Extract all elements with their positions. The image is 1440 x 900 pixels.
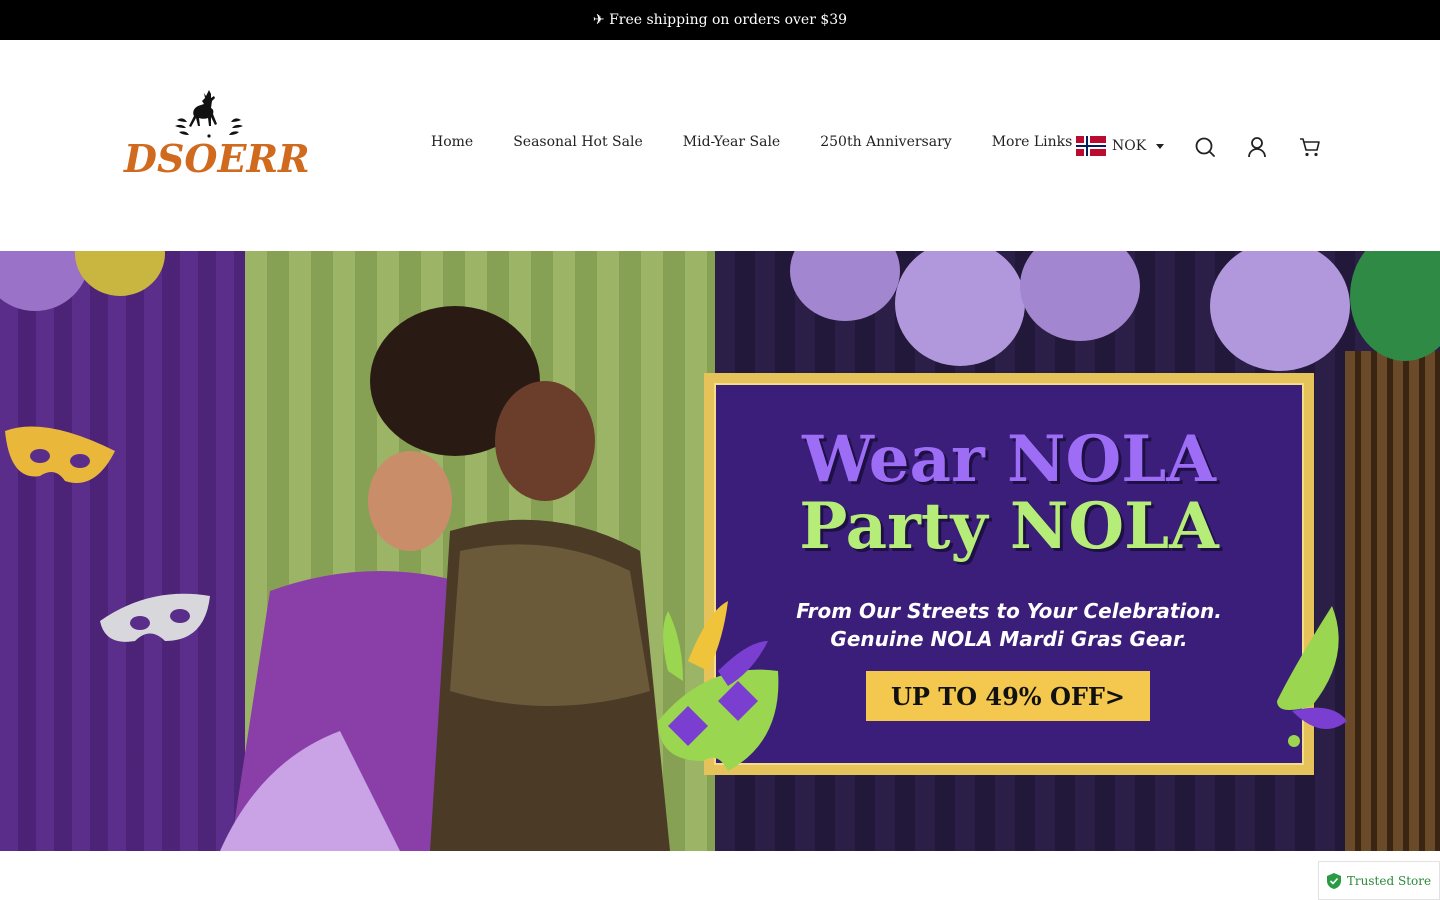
logo-wordmark: DSOERR [124,136,310,181]
mask-decoration-icon [5,426,115,483]
nav-250th-anniversary[interactable]: 250th Anniversary [820,134,951,150]
deer-logo-icon [175,90,243,138]
trusted-store-label: Trusted Store [1346,873,1432,888]
currency-code: NOK [1112,138,1147,154]
hero-banner[interactable]: Wear NOLA Party NOLA From Our Streets to… [0,251,1440,851]
wood-panel [1345,351,1440,851]
account-button[interactable] [1245,135,1269,159]
site-header: DSOERR Home Seasonal Hot Sale Mid-Year S… [0,40,1440,251]
mardi-gras-mask-icon [658,601,779,771]
norway-flag-icon [1076,136,1106,156]
logo[interactable]: DSOERR [124,86,310,182]
search-icon [1195,137,1215,157]
hero-headline-line1: Wear NOLA [802,422,1216,497]
announcement-bar: ✈ Free shipping on orders over $39 [0,0,1440,40]
feather-decoration-icon [1277,606,1347,747]
announcement-text: ✈ Free shipping on orders over $39 [592,12,848,28]
nav-home[interactable]: Home [431,134,473,150]
hero-headline-line2: Party NOLA [799,489,1219,564]
cart-button[interactable] [1298,135,1322,159]
shop-sale-button[interactable]: UP TO 49% OFF> [866,671,1150,721]
trusted-store-badge[interactable]: Trusted Store [1318,861,1440,900]
chevron-down-icon [1156,143,1165,149]
cart-icon [1300,138,1320,157]
hero-subtitle-line1: From Our Streets to Your Celebration. [796,599,1222,623]
nav-mid-year-sale[interactable]: Mid-Year Sale [683,134,780,150]
hero-subtitle-line2: Genuine NOLA Mardi Gras Gear. [830,627,1188,651]
nav-seasonal-hot-sale[interactable]: Seasonal Hot Sale [513,134,643,150]
account-icon [1248,137,1266,158]
nav-more-links[interactable]: More Links [992,134,1073,150]
currency-selector[interactable]: NOK [1076,136,1165,156]
models-photo [220,306,670,851]
promo-panel: Wear NOLA Party NOLA From Our Streets to… [704,373,1314,775]
main-nav: Home Seasonal Hot Sale Mid-Year Sale 250… [431,134,1072,150]
shield-check-icon [1326,872,1341,889]
search-button[interactable] [1193,135,1217,159]
